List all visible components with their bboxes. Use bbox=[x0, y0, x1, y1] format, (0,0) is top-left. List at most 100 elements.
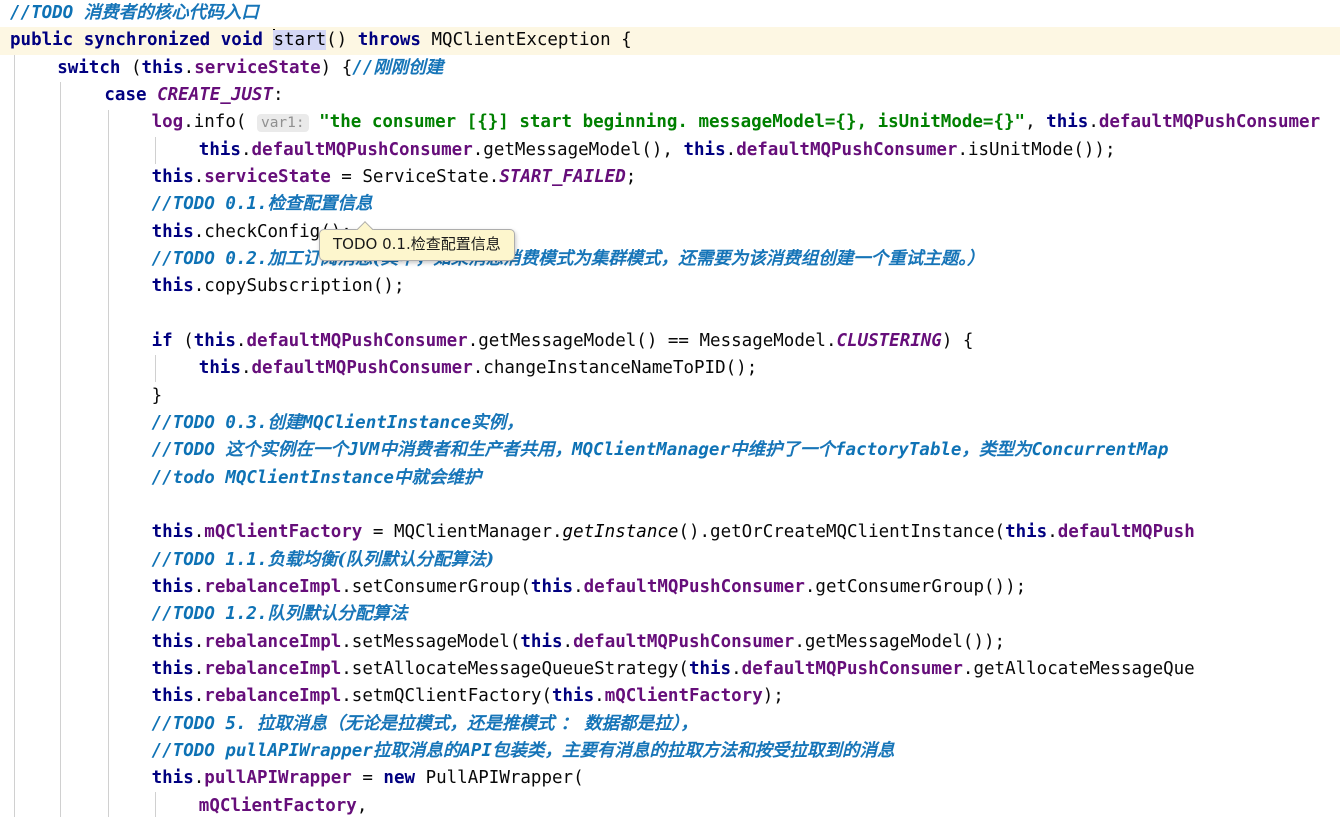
comment-text: //TODO bbox=[151, 440, 226, 461]
code-token: defaultMQPushConsumer bbox=[573, 631, 795, 652]
comment-text: 包装类，主要有消息的拉取方法和按受拉取到的消息 bbox=[491, 740, 895, 761]
code-token: defaultMQPushConsumer bbox=[251, 358, 473, 379]
code-token: PullAPIWrapper( bbox=[415, 768, 584, 789]
code-token: serviceState bbox=[204, 166, 331, 187]
code-token: this bbox=[688, 658, 732, 679]
code-token: ( bbox=[172, 330, 194, 351]
code-token: . bbox=[562, 631, 574, 652]
code-token: . bbox=[235, 330, 247, 351]
tooltip-text: TODO 0.1.检查配置信息 bbox=[333, 235, 501, 253]
code-token: this bbox=[151, 221, 194, 242]
code-token: . bbox=[193, 768, 205, 789]
comment-text: //todo MQClientInstance bbox=[151, 467, 394, 488]
code-line[interactable]: this.defaultMQPushConsumer.getMessageMod… bbox=[0, 137, 1340, 164]
code-line[interactable]: this.rebalanceImpl.setmQClientFactory(th… bbox=[0, 683, 1340, 710]
code-line[interactable]: this.rebalanceImpl.setConsumerGroup(this… bbox=[0, 574, 1340, 601]
todo-tooltip: TODO 0.1.检查配置信息 bbox=[319, 229, 515, 261]
comment-text: MQClientInstance bbox=[302, 412, 472, 433]
code-token: this bbox=[530, 576, 574, 597]
code-line[interactable]: //TODO 消费者的核心代码入口 bbox=[0, 0, 1340, 27]
comment-text: //TODO 0.3. bbox=[151, 412, 268, 433]
code-token: rebalanceImpl bbox=[204, 658, 342, 679]
code-line[interactable]: } bbox=[0, 383, 1340, 410]
comment-text: 队列默认分配算法 bbox=[267, 604, 408, 625]
code-line[interactable]: case CREATE_JUST: bbox=[0, 82, 1340, 109]
code-text-layer[interactable]: //TODO 消费者的核心代码入口 public synchronized voi… bbox=[0, 0, 1340, 817]
code-token: ) { bbox=[941, 330, 974, 351]
code-line[interactable]: this.rebalanceImpl.setAllocateMessageQue… bbox=[0, 656, 1340, 683]
comment-text: //TODO 1.1. bbox=[151, 549, 268, 570]
code-token: . bbox=[193, 631, 205, 652]
code-token: MQClientException { bbox=[420, 30, 632, 51]
code-line[interactable]: switch (this.serviceState) {//刚刚创建 bbox=[0, 55, 1340, 82]
code-line[interactable]: //todo MQClientInstance中就会维护 bbox=[0, 465, 1340, 492]
code-token: log bbox=[151, 112, 184, 133]
code-token: = MQClientManager. bbox=[362, 522, 563, 543]
code-line[interactable]: this.copySubscription(); bbox=[0, 273, 1340, 300]
comment-text: 创建 bbox=[267, 412, 303, 433]
code-token: ; bbox=[625, 166, 637, 187]
code-token: this bbox=[198, 139, 241, 160]
code-token: void bbox=[220, 30, 263, 51]
code-line[interactable] bbox=[0, 492, 1340, 519]
code-token: . bbox=[1088, 112, 1099, 133]
code-token: .isUnitMode()); bbox=[957, 139, 1116, 160]
code-token: . bbox=[193, 276, 205, 297]
code-line[interactable]: //TODO 0.3.创建MQClientInstance实例， bbox=[0, 410, 1340, 437]
code-line[interactable]: //TODO 0.2.加工订阅消息(其中，如果消息消费模式为集群模式，还需要为该… bbox=[0, 246, 1340, 273]
code-token: this bbox=[151, 166, 194, 187]
comment-text: 拉取消息的 bbox=[372, 740, 461, 761]
code-token: mQClientFactory bbox=[204, 522, 363, 543]
code-token: . bbox=[193, 658, 205, 679]
code-token: . bbox=[193, 576, 205, 597]
parameter-hint: var1: bbox=[256, 114, 309, 133]
code-token: mQClientFactory bbox=[604, 686, 763, 707]
code-token: . bbox=[240, 358, 252, 379]
comment-text: 实例， bbox=[471, 412, 524, 433]
code-token: rebalanceImpl bbox=[204, 631, 342, 652]
code-token: = ServiceState. bbox=[330, 166, 500, 187]
code-token: . bbox=[193, 522, 205, 543]
code-line[interactable]: mQClientFactory, bbox=[0, 793, 1340, 817]
code-token: serviceState bbox=[194, 57, 321, 78]
code-line[interactable]: this.serviceState = ServiceState.START_F… bbox=[0, 164, 1340, 191]
code-line[interactable] bbox=[0, 301, 1340, 328]
code-token: : bbox=[273, 84, 284, 105]
code-line[interactable]: //TODO 0.1.检查配置信息 bbox=[0, 191, 1340, 218]
code-line[interactable]: //TODO 1.2.队列默认分配算法 bbox=[0, 601, 1340, 628]
comment-text: //TODO 0.1. bbox=[151, 194, 268, 215]
code-token: this bbox=[151, 522, 194, 543]
comment-text: //TODO 1.2. bbox=[151, 604, 268, 625]
code-token: this bbox=[1005, 522, 1048, 543]
code-line[interactable]: this.checkConfig(); bbox=[0, 219, 1340, 246]
code-token: . bbox=[183, 57, 195, 78]
code-line[interactable]: //TODO 这个实例在一个JVM中消费者和生产者共用，MQClientMana… bbox=[0, 437, 1340, 464]
code-line[interactable]: if (this.defaultMQPushConsumer.getMessag… bbox=[0, 328, 1340, 355]
code-line[interactable]: log.info( var1: "the consumer [{}] start… bbox=[0, 109, 1340, 136]
code-token: mQClientFactory bbox=[198, 795, 357, 816]
code-token: .changeInstanceNameToPID(); bbox=[472, 358, 758, 379]
code-token: ) { bbox=[320, 57, 353, 78]
comment-text: 拉取消息（无论是拉模式，还是推模式 ： 数据都是拉）， bbox=[256, 713, 698, 734]
code-token: this bbox=[151, 686, 194, 707]
code-line[interactable]: this.rebalanceImpl.setMessageModel(this.… bbox=[0, 629, 1340, 656]
comment-text: //TODO 5. bbox=[151, 713, 257, 734]
code-line[interactable]: //TODO 5. 拉取消息（无论是拉模式，还是推模式 ： 数据都是拉）， bbox=[0, 711, 1340, 738]
code-editor[interactable]: //TODO 消费者的核心代码入口 public synchronized voi… bbox=[0, 0, 1340, 817]
code-line[interactable]: //TODO pullAPIWrapper拉取消息的API包装类，主要有消息的拉… bbox=[0, 738, 1340, 765]
code-token: .getMessageModel(), bbox=[472, 139, 684, 160]
code-line[interactable]: this.mQClientFactory = MQClientManager.g… bbox=[0, 519, 1340, 546]
code-token: this bbox=[1046, 112, 1089, 133]
code-token: = bbox=[351, 768, 384, 789]
code-line[interactable]: //TODO 1.1.负载均衡(队列默认分配算法) bbox=[0, 547, 1340, 574]
code-line[interactable]: public synchronized void start() throws … bbox=[0, 27, 1340, 54]
code-line[interactable]: this.pullAPIWrapper = new PullAPIWrapper… bbox=[0, 765, 1340, 792]
code-token: this bbox=[151, 631, 194, 652]
code-line[interactable]: this.defaultMQPushConsumer.changeInstanc… bbox=[0, 355, 1340, 382]
code-token: .info( bbox=[183, 112, 257, 133]
